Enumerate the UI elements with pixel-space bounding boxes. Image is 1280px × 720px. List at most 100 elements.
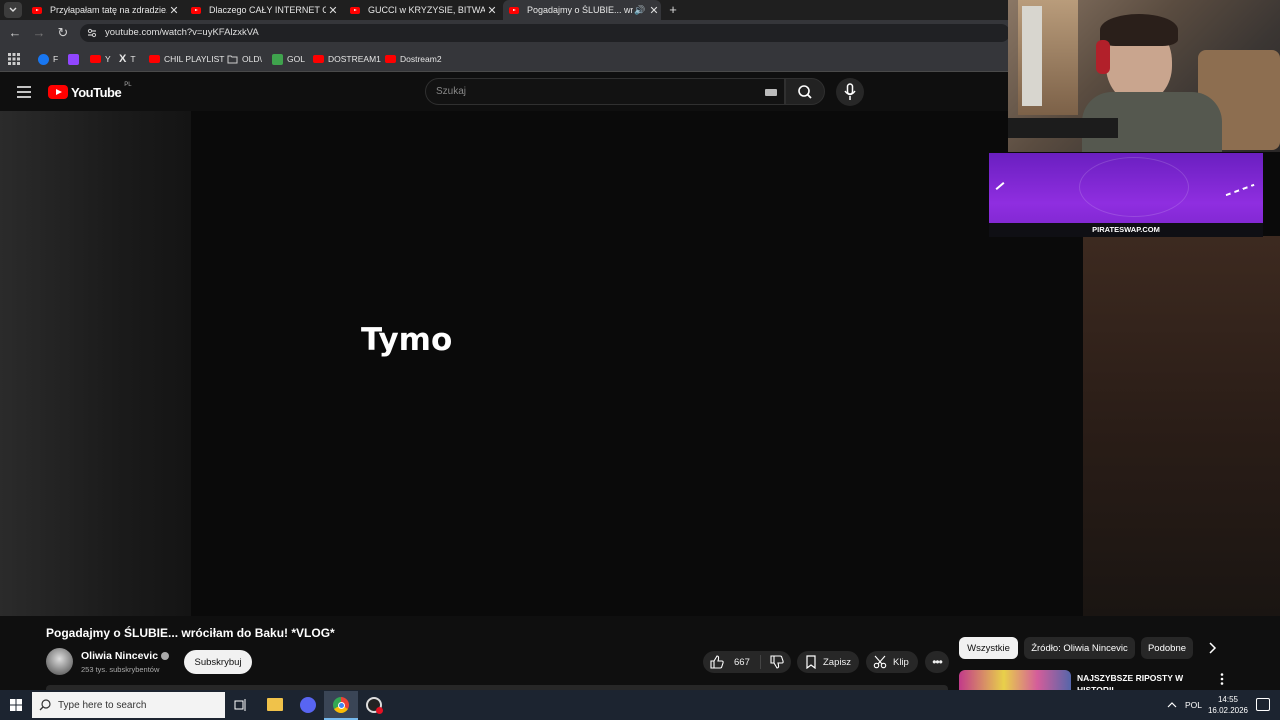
more-horizontal-icon: ••• xyxy=(932,655,943,669)
thumbs-down-icon xyxy=(770,655,784,669)
show-hidden-icons-icon[interactable] xyxy=(1167,700,1177,710)
chip-all[interactable]: Wszystkie xyxy=(959,637,1018,659)
taskbar-search-input[interactable]: Type here to search xyxy=(32,692,225,718)
folder-icon xyxy=(227,54,238,64)
recommendation-title[interactable]: NAJSZYBSZE RIPOSTY W HISTORII xyxy=(1077,672,1195,690)
youtube-logo[interactable]: YouTube PL xyxy=(48,82,132,100)
g-icon xyxy=(272,53,283,65)
reload-icon[interactable]: ↻ xyxy=(54,24,72,42)
clip-button[interactable]: Klip xyxy=(866,651,918,673)
language-indicator[interactable]: POL xyxy=(1185,700,1202,710)
channel-avatar[interactable] xyxy=(46,648,73,675)
site-settings-icon[interactable] xyxy=(86,27,98,39)
webcam-overlay xyxy=(1008,0,1280,152)
back-icon[interactable]: ← xyxy=(6,24,24,42)
voice-search-button[interactable] xyxy=(836,78,864,106)
sponsor-bar: PIRATESWAP.COM xyxy=(989,223,1263,237)
tab-list-icon[interactable] xyxy=(4,2,22,18)
close-tab-icon[interactable]: ✕ xyxy=(326,4,340,17)
youtube-icon xyxy=(90,55,101,63)
bookmark-label: F xyxy=(53,54,59,64)
facebook-icon xyxy=(38,53,49,65)
close-tab-icon[interactable]: ✕ xyxy=(485,4,499,17)
chip-source[interactable]: Źródło: Oliwia Nincevic xyxy=(1024,637,1135,659)
url-text: youtube.com/watch?v=uyKFAlzxkVA xyxy=(105,27,259,38)
chrome-taskbar-item[interactable] xyxy=(324,691,358,720)
search-icon xyxy=(39,699,51,711)
dislike-button[interactable] xyxy=(761,655,785,669)
region-label: PL xyxy=(124,82,132,88)
chip-label: Źródło: Oliwia Nincevic xyxy=(1031,642,1128,654)
chevron-right-icon[interactable] xyxy=(1204,640,1220,656)
like-button[interactable]: 667 xyxy=(703,655,750,669)
keyboard-icon[interactable] xyxy=(765,89,777,96)
file-explorer-icon[interactable] xyxy=(267,698,283,711)
subscribe-button[interactable]: Subskrybuj xyxy=(184,650,252,674)
bookmark-youtube[interactable]: Y xyxy=(90,52,111,66)
more-vertical-icon[interactable] xyxy=(1218,672,1226,686)
thumbs-up-icon xyxy=(710,655,724,669)
bookmark-gol[interactable]: GOL xyxy=(272,52,305,66)
menu-icon[interactable] xyxy=(16,85,32,99)
search-placeholder: Szukaj xyxy=(436,86,467,97)
video-overlay-text: Tymo xyxy=(361,322,453,358)
bookmark-dostream1[interactable]: DOSTREAM1 xyxy=(313,52,381,66)
bookmark-twitch[interactable] xyxy=(68,52,83,66)
browser-tab-active[interactable]: Pogadajmy o ŚLUBIE... wróc 🔊 ✕ xyxy=(503,0,661,20)
chip-similar[interactable]: Podobne xyxy=(1141,637,1193,659)
bookmark-label: T xyxy=(130,54,136,64)
twitch-icon xyxy=(68,53,79,65)
microphone-icon xyxy=(844,83,856,100)
more-actions-button[interactable]: ••• xyxy=(925,651,949,673)
recommendation-thumbnail[interactable] xyxy=(959,670,1071,690)
obs-icon[interactable] xyxy=(366,697,383,714)
like-dislike-group: 667 xyxy=(703,651,791,673)
bookmark-label: CHIL PLAYLIST xyxy=(164,54,225,64)
close-tab-icon[interactable]: ✕ xyxy=(167,4,181,17)
bookmark-label: DOSTREAM1 xyxy=(328,54,381,64)
browser-tab[interactable]: Dlaczego CAŁY INTERNET Obs ✕ xyxy=(185,0,340,20)
youtube-logo-text: YouTube xyxy=(71,84,122,100)
discord-icon[interactable] xyxy=(300,697,316,713)
browser-tab[interactable]: Przyłapałam tatę na zdradzie. - ✕ xyxy=(26,0,181,20)
speaker-icon[interactable]: 🔊 xyxy=(633,5,647,16)
bookmark-facebook[interactable]: F xyxy=(38,52,58,66)
browser-tab[interactable]: GUCCI w KRYZYSIE, BITWA o TA ✕ xyxy=(344,0,499,20)
bookmark-dostream2[interactable]: Dostream2 xyxy=(385,52,442,66)
youtube-icon xyxy=(149,55,160,63)
search-icon xyxy=(798,85,812,99)
video-right-frame xyxy=(1083,236,1280,616)
youtube-favicon-icon xyxy=(509,6,519,14)
bookmark-chil-playlist[interactable]: CHIL PLAYLIST xyxy=(149,52,224,66)
channel-name-text: Oliwia Nincevic xyxy=(81,650,159,662)
bookmark-folder-old[interactable]: OLD\ xyxy=(227,52,262,66)
scissors-icon xyxy=(873,655,887,669)
windows-start-icon[interactable] xyxy=(10,699,22,711)
youtube-favicon-icon xyxy=(350,6,360,14)
clock[interactable]: 14:55 16.02.2026 xyxy=(1206,694,1250,716)
new-tab-icon[interactable]: + xyxy=(665,0,681,20)
apps-grid-icon[interactable] xyxy=(8,53,20,65)
youtube-favicon-icon xyxy=(32,6,42,14)
bookmark-x[interactable]: X T xyxy=(119,52,136,66)
youtube-favicon-icon xyxy=(191,6,201,14)
save-label: Zapisz xyxy=(823,656,851,668)
save-button[interactable]: Zapisz xyxy=(797,651,859,673)
forward-icon[interactable]: → xyxy=(30,24,48,42)
video-left-frame xyxy=(0,111,191,616)
search-input[interactable]: Szukaj xyxy=(425,78,785,105)
bookmark-icon xyxy=(806,655,816,669)
task-view-icon[interactable] xyxy=(234,698,248,712)
clip-label: Klip xyxy=(893,656,909,668)
search-button[interactable] xyxy=(785,78,825,105)
chip-label: Wszystkie xyxy=(967,642,1010,654)
channel-name[interactable]: Oliwia Nincevic xyxy=(81,650,170,662)
notifications-icon[interactable] xyxy=(1256,698,1270,711)
sponsor-text: PIRATESWAP.COM xyxy=(1092,225,1160,234)
headphones-icon xyxy=(1096,40,1110,74)
close-tab-icon[interactable]: ✕ xyxy=(647,4,661,17)
verified-icon xyxy=(161,652,170,660)
tab-title: GUCCI w KRYZYSIE, BITWA o TA xyxy=(368,5,485,15)
subscriber-count: 253 tys. subskrybentów xyxy=(81,665,160,674)
tab-title: Dlaczego CAŁY INTERNET Obs xyxy=(209,5,326,15)
